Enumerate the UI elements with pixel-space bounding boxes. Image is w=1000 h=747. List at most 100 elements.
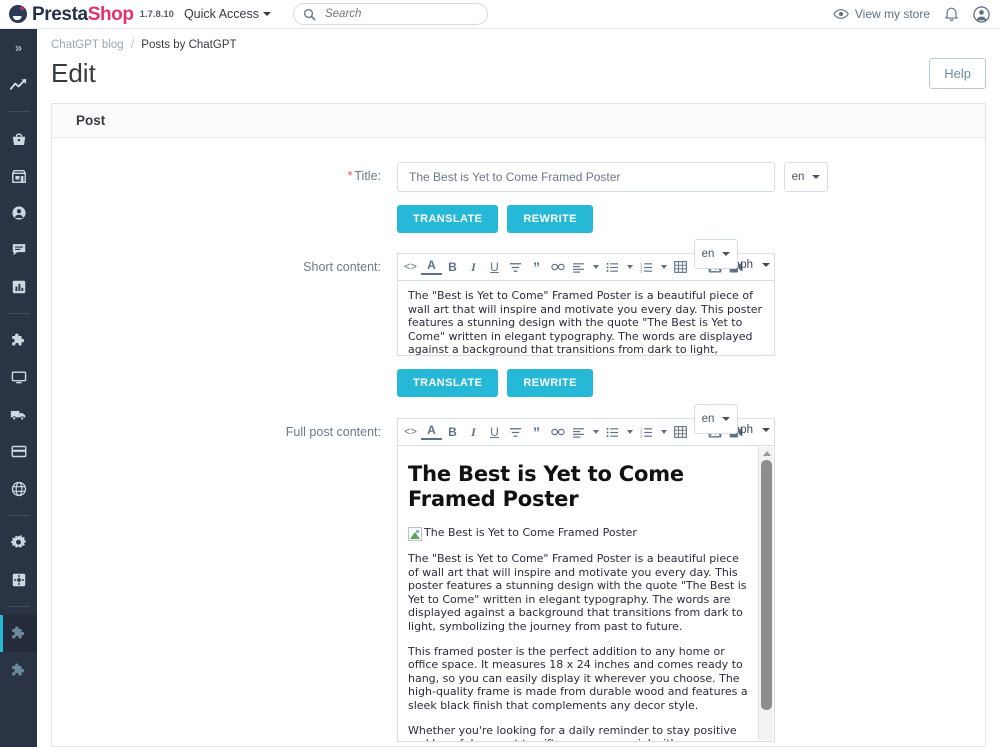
user-circle-icon [11, 205, 26, 220]
quick-access-menu[interactable]: Quick Access [184, 7, 271, 21]
full-content-scrollbar[interactable] [758, 447, 773, 740]
unordered-list-dropdown-caret-icon[interactable] [623, 256, 636, 279]
sidebar-item-customer-service[interactable] [0, 231, 37, 268]
short-content-field-row: Short content: <> A B I U ” 1 2 3 aph en… [52, 239, 985, 397]
short-content-paragraph-style[interactable]: aph [734, 259, 770, 271]
short-content-rewrite-button[interactable]: REWRITE [507, 369, 593, 397]
puzzle-icon [12, 333, 25, 346]
short-content-translate-button[interactable]: TRANSLATE [397, 369, 499, 397]
sidebar-item-stats[interactable] [0, 268, 37, 305]
sidebar-item-payment[interactable] [0, 433, 37, 470]
chevron-down-icon [762, 428, 770, 432]
title-label: * Title: [52, 162, 397, 233]
italic-icon[interactable]: I [463, 256, 484, 279]
table-icon[interactable] [670, 256, 691, 279]
help-button[interactable]: Help [929, 57, 986, 89]
unordered-list-icon[interactable] [602, 421, 623, 444]
bold-icon[interactable]: B [442, 421, 463, 444]
sidebar-divider-2 [7, 313, 30, 314]
page-header: ChatGPT blog / Posts by ChatGPT Edit Hel… [37, 29, 1000, 89]
title-control: en TRANSLATE REWRITE [397, 162, 985, 233]
sidebar-item-shop-parameters[interactable] [0, 524, 37, 561]
table-icon[interactable] [670, 421, 691, 444]
logo-text: PrestaShop [32, 5, 134, 24]
sidebar-item-design[interactable] [0, 359, 37, 396]
short-content-paragraph: The "Best is Yet to Come" Framed Poster … [408, 289, 763, 356]
chevron-down-icon [722, 252, 731, 256]
full-content-paragraph: The "Best is Yet to Come" Framed Poster … [408, 552, 747, 633]
sidebar-item-modules[interactable] [0, 322, 37, 359]
basket-icon [12, 132, 25, 145]
trending-up-icon [10, 78, 27, 90]
strikethrough-icon[interactable] [505, 256, 526, 279]
scrollbar-thumb[interactable] [761, 460, 772, 710]
title-translate-button[interactable]: TRANSLATE [397, 205, 499, 233]
view-my-store-link[interactable]: View my store [832, 7, 930, 21]
underline-icon[interactable]: U [484, 256, 505, 279]
bell-icon[interactable] [944, 6, 959, 22]
unordered-list-icon[interactable] [602, 256, 623, 279]
chat-icon [12, 244, 25, 256]
source-code-icon[interactable]: <> [400, 256, 421, 279]
sidebar-item-advanced-parameters[interactable] [0, 561, 37, 598]
full-content-editable-area[interactable]: The Best is Yet to Come Framed Poster Th… [397, 445, 775, 742]
full-content-field-row: Full post content: <> A B I U ” 1 2 3 ap… [52, 404, 985, 742]
full-content-control: <> A B I U ” 1 2 3 aph en The Best is Ye… [397, 404, 985, 742]
top-header: PrestaShop 1.7.8.10 Quick Access View my… [0, 0, 1000, 29]
breadcrumb: ChatGPT blog / Posts by ChatGPT [51, 39, 1000, 51]
prestashop-logo[interactable]: PrestaShop [9, 5, 134, 24]
sidebar-item-collapse-toggle[interactable]: » [0, 29, 37, 66]
align-icon[interactable] [568, 421, 589, 444]
unordered-list-dropdown-caret-icon[interactable] [623, 421, 636, 444]
sidebar-item-dashboard[interactable] [0, 66, 37, 103]
ordered-list-dropdown-caret-icon[interactable] [657, 256, 670, 279]
align-icon[interactable] [568, 256, 589, 279]
full-content-post-heading: The Best is Yet to Come Framed Poster [408, 462, 684, 511]
short-content-label: Short content: [303, 260, 381, 274]
link-icon[interactable] [547, 421, 568, 444]
link-icon[interactable] [547, 256, 568, 279]
global-search[interactable] [292, 3, 488, 25]
breadcrumb-separator: / [130, 39, 135, 51]
sidebar-item-customers[interactable] [0, 194, 37, 231]
breadcrumb-parent[interactable]: ChatGPT blog [51, 39, 124, 51]
blockquote-icon[interactable]: ” [526, 256, 547, 279]
page-title: Edit [51, 58, 96, 88]
underline-icon[interactable]: U [484, 421, 505, 444]
title-rewrite-button[interactable]: REWRITE [507, 205, 593, 233]
title-row: Edit Help [51, 57, 1000, 89]
blockquote-icon[interactable]: ” [526, 421, 547, 444]
ordered-list-icon[interactable]: 123 [636, 421, 657, 444]
bold-icon[interactable]: B [442, 256, 463, 279]
title-label-text: Title: [354, 169, 381, 183]
ordered-list-icon[interactable]: 123 [636, 256, 657, 279]
scroll-up-arrow-icon[interactable] [759, 447, 774, 459]
short-content-editable-area[interactable]: The "Best is Yet to Come" Framed Poster … [397, 280, 775, 356]
bar-chart-icon [12, 280, 25, 293]
sidebar-item-shipping[interactable] [0, 396, 37, 433]
ordered-list-dropdown-caret-icon[interactable] [657, 421, 670, 444]
search-input[interactable] [322, 7, 478, 21]
full-content-language-selector[interactable]: en [694, 404, 738, 434]
title-input[interactable] [397, 162, 775, 192]
page-body: Post *Title: en [37, 103, 1000, 747]
sidebar-item-orders[interactable] [0, 120, 37, 157]
user-circle-icon[interactable] [973, 5, 990, 23]
sidebar-item-international[interactable] [0, 470, 37, 507]
align-dropdown-caret-icon[interactable] [589, 421, 602, 444]
strikethrough-icon[interactable] [505, 421, 526, 444]
puzzle-icon [12, 626, 25, 639]
italic-icon[interactable]: I [463, 421, 484, 444]
sidebar-item-chatgpt-module[interactable] [0, 652, 37, 689]
short-content-language-selector[interactable]: en [694, 239, 738, 269]
broken-image-icon [408, 527, 422, 541]
title-language-selector[interactable]: en [784, 162, 828, 192]
full-content-paragraph-style[interactable]: aph [734, 424, 770, 436]
align-dropdown-caret-icon[interactable] [589, 256, 602, 279]
source-code-icon[interactable]: <> [400, 421, 421, 444]
text-color-icon[interactable]: A [421, 423, 442, 440]
gear-icon [11, 535, 26, 548]
text-color-icon[interactable]: A [421, 258, 442, 275]
sidebar-item-catalog[interactable] [0, 157, 37, 194]
sidebar-item-chatgpt-blog[interactable] [0, 615, 37, 652]
